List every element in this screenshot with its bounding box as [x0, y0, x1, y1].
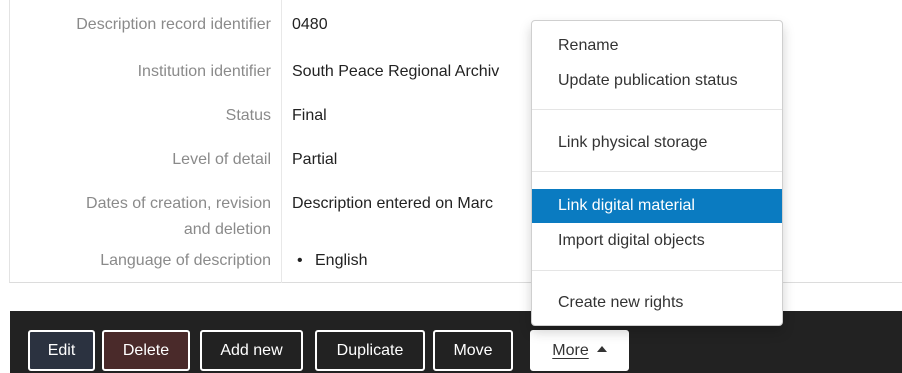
edit-button[interactable]: Edit [28, 330, 95, 371]
menu-item-update-publication-status[interactable]: Update publication status [532, 64, 782, 98]
add-new-button[interactable]: Add new [200, 330, 303, 371]
list-item: English [292, 248, 367, 274]
field-value: Final [292, 107, 327, 124]
delete-button[interactable]: Delete [102, 330, 190, 371]
field-label: Dates of creation, revision [86, 195, 271, 212]
column-divider [281, 0, 282, 283]
field-label: Level of detail [172, 151, 271, 168]
field-label: Status [225, 107, 271, 124]
field-label-continued: and deletion [183, 221, 271, 238]
menu-divider [532, 270, 782, 271]
caret-up-icon [596, 346, 607, 352]
duplicate-button[interactable]: Duplicate [315, 330, 425, 371]
field-label: Description record identifier [76, 16, 271, 33]
field-label: Language of description [100, 252, 271, 269]
menu-item-link-physical-storage[interactable]: Link physical storage [532, 126, 782, 160]
field-value: South Peace Regional Archiv [292, 63, 500, 80]
menu-item-rename[interactable]: Rename [532, 29, 782, 63]
field-value: Description entered on Marc [292, 195, 493, 212]
menu-item-create-new-rights[interactable]: Create new rights [532, 286, 782, 320]
field-label: Institution identifier [137, 63, 271, 80]
menu-divider [532, 109, 782, 110]
field-value: 0480 [292, 16, 328, 33]
menu-divider [532, 171, 782, 172]
language-list: English [292, 248, 367, 274]
menu-item-import-digital-objects[interactable]: Import digital objects [532, 224, 782, 258]
more-button-label: More [552, 342, 589, 359]
more-button[interactable]: More [530, 330, 629, 371]
more-dropdown-menu: Rename Update publication status Link ph… [531, 20, 783, 326]
field-value: Partial [292, 151, 338, 168]
move-button[interactable]: Move [433, 330, 513, 371]
menu-item-link-digital-material[interactable]: Link digital material [532, 189, 782, 223]
